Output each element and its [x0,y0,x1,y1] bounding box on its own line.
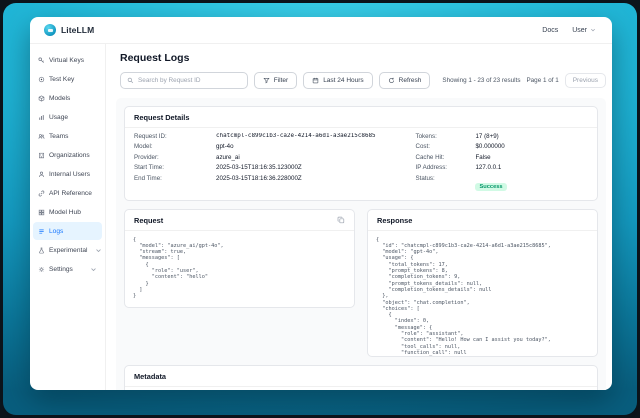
litellm-logo-icon [44,24,56,36]
request-json: { "model": "azure_ai/gpt-4o", "stream": … [125,231,354,307]
sidebar-item-internal-users[interactable]: Internal Users [33,165,102,183]
user-menu[interactable]: User [572,27,596,34]
request-panel-title: Request [134,216,163,225]
main-content: Request Logs Filter Last 24 Hours Refres… [106,44,612,390]
model-value: gpt-4o [216,143,415,150]
search-input[interactable] [138,77,241,84]
list-icon [38,228,45,235]
cache-hit-value: False [475,154,588,161]
time-range-button[interactable]: Last 24 Hours [303,72,372,89]
calendar-icon [312,77,319,84]
sidebar: Virtual Keys Test Key Models Usage Teams… [30,44,106,390]
cube-icon [38,95,45,102]
response-json: { "id": "chatcmpl-c899c1b3-ca2e-4214-a6d… [368,231,597,357]
request-panel: Request { "model": "azure_ai/gpt-4o", "s… [124,209,355,308]
key-icon [38,57,45,64]
response-panel-title: Response [377,216,412,225]
request-details-title: Request Details [134,113,189,122]
previous-page-button[interactable]: Previous [565,73,606,88]
sidebar-item-teams[interactable]: Teams [33,127,102,145]
chevron-down-icon [590,27,596,33]
bar-chart-icon [38,114,45,121]
cost-value: $0.000000 [475,143,588,150]
sidebar-item-organizations[interactable]: Organizations [33,146,102,164]
sidebar-item-experimental[interactable]: Experimental [33,241,102,259]
start-time-value: 2025-03-15T18:16:35.123000Z [216,164,415,171]
chevron-down-icon [90,266,97,273]
page-info: Page 1 of 1 [526,77,558,84]
provider-value: azure_ai [216,154,415,161]
status-badge: Success [475,183,506,191]
sidebar-item-test-key[interactable]: Test Key [33,70,102,88]
tokens-value: 17 (8+9) [475,133,588,140]
ip-address-value: 127.0.0.1 [475,164,588,171]
end-time-value: 2025-03-15T18:16:36.228000Z [216,175,415,182]
link-icon [38,190,45,197]
request-details-card: Request Details Request ID: chatcmpl-c89… [124,106,598,201]
sidebar-item-settings[interactable]: Settings [33,260,102,278]
grid-icon [38,209,45,216]
response-panel: Response { "id": "chatcmpl-c899c1b3-ca2e… [367,209,598,357]
top-bar: LiteLLM Docs User [30,17,612,44]
sidebar-item-logs[interactable]: Logs [33,222,102,240]
target-icon [38,76,45,83]
toolbar: Filter Last 24 Hours Refresh Showing 1 -… [120,72,606,89]
sidebar-item-models[interactable]: Models [33,89,102,107]
refresh-button[interactable]: Refresh [379,72,431,89]
people-icon [38,133,45,140]
gear-icon [38,266,45,273]
sidebar-item-api-reference[interactable]: API Reference [33,184,102,202]
filter-button[interactable]: Filter [254,72,297,89]
page-title: Request Logs [120,52,612,64]
copy-icon[interactable] [337,216,345,224]
brand: LiteLLM [44,24,94,36]
metadata-panel: Metadata [124,365,598,390]
building-icon [38,152,45,159]
sidebar-item-usage[interactable]: Usage [33,108,102,126]
person-icon [38,171,45,178]
funnel-icon [263,77,270,84]
brand-name: LiteLLM [61,25,94,35]
docs-link[interactable]: Docs [542,27,558,34]
results-summary: Showing 1 - 23 of 23 results [442,77,520,84]
sidebar-item-virtual-keys[interactable]: Virtual Keys [33,51,102,69]
flask-icon [38,247,45,254]
chevron-down-icon [95,247,102,254]
expanded-log-detail: Request Details Request ID: chatcmpl-c89… [116,98,606,390]
app-window: LiteLLM Docs User Virtual Keys Test Key … [30,17,612,390]
request-id-value: chatcmpl-c899c1b3-ca2e-4214-a6d1-a3ae215… [216,133,415,140]
search-icon [127,77,134,84]
refresh-icon [388,77,395,84]
metadata-panel-title: Metadata [134,372,166,381]
sidebar-item-model-hub[interactable]: Model Hub [33,203,102,221]
search-box[interactable] [120,72,248,89]
